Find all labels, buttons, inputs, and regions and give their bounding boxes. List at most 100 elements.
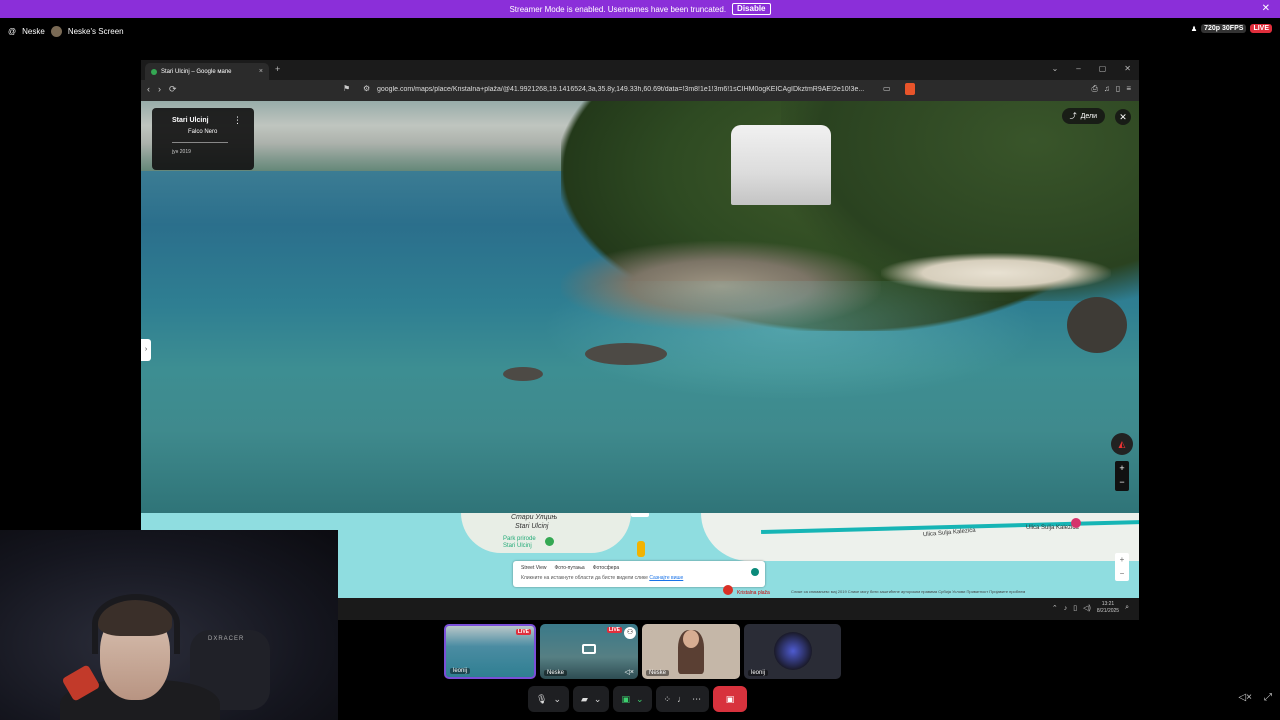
layer-toggle[interactable]	[751, 568, 759, 576]
minimap-zoom-in-button[interactable]: +	[1115, 553, 1129, 567]
rock	[1067, 297, 1127, 353]
disable-streamer-mode-button[interactable]: Disable	[732, 3, 771, 15]
sidebar-icon[interactable]: ▯	[1116, 84, 1120, 94]
participant-tile[interactable]: leonij	[744, 624, 841, 679]
tray-chevron-icon[interactable]: ⌃	[1052, 604, 1058, 612]
map-label-cyrillic: Стари Улцињ	[511, 514, 558, 521]
participant-name: leonij	[748, 670, 769, 676]
street-view-canvas[interactable]: Stari Ulcinj ⋮ Falco Nero јун 2019 ⤴ Дел…	[141, 101, 1139, 513]
live-badge: LIVE	[606, 627, 622, 633]
participant-name: Neske	[544, 670, 568, 676]
poi-pin-icon[interactable]	[1071, 518, 1081, 528]
location-pin-label: Kristalna plaža	[737, 590, 770, 596]
close-street-view-button[interactable]: ✕	[1115, 109, 1131, 125]
participant-tile[interactable]: LIVE leonij	[444, 624, 536, 679]
brave-shield-icon[interactable]	[905, 83, 915, 95]
share-button[interactable]: ⤴ Дели	[1061, 108, 1105, 124]
address-bar: ‹ › ⟳ ⚑ ⚙ google.com/maps/place/Kristaln…	[141, 80, 1139, 101]
park-pin-icon[interactable]	[545, 537, 554, 546]
photo-date: јун 2019	[172, 149, 191, 155]
mic-tray-icon[interactable]: ♪	[1064, 605, 1068, 612]
learn-more-link[interactable]: Сазнајте више	[649, 575, 683, 581]
chevron-down-icon[interactable]: ⌄	[553, 694, 561, 705]
quality-badge: 720p 30FPS	[1201, 24, 1247, 33]
legend-photosphere: Фотосфера	[592, 565, 620, 571]
rock	[585, 343, 667, 365]
screen-share-button[interactable]: ▣ ⌄	[613, 686, 652, 712]
minimap-zoom-out-button[interactable]: −	[1115, 567, 1129, 581]
photo-author[interactable]: Falco Nero	[188, 129, 217, 135]
clock-date: 8/21/2025	[1096, 608, 1120, 614]
headset	[92, 594, 180, 654]
bookmark-icon[interactable]: ⚑	[343, 84, 350, 93]
minimap-resize-handle[interactable]	[631, 513, 649, 517]
banner-close-icon[interactable]: ✕	[1262, 3, 1270, 14]
white-villa	[731, 125, 831, 205]
soundboard-icon[interactable]: ♩	[677, 694, 686, 704]
divider	[172, 142, 228, 143]
site-info-icon[interactable]: ⚙	[363, 84, 370, 93]
maximize-icon[interactable]: ▢	[1099, 64, 1107, 73]
streamer-mode-banner: Streamer Mode is enabled. Usernames have…	[0, 0, 1280, 18]
compass-icon[interactable]: ◭	[1111, 433, 1133, 455]
more-icon[interactable]: ⋯	[692, 694, 701, 705]
zoom-in-button[interactable]: +	[1115, 461, 1129, 475]
participant-tile[interactable]: LIVE ⚇ Neske ◁×	[540, 624, 638, 679]
street-label: Ulica Sulja Kalezića	[1026, 525, 1079, 531]
reload-icon[interactable]: ⟳	[169, 84, 177, 95]
camera-off-icon: ▰	[580, 693, 588, 704]
expand-panel-handle[interactable]: ›	[141, 339, 151, 361]
clock[interactable]: 13:21 8/21/2025	[1097, 601, 1119, 615]
network-icon[interactable]: ▯	[1073, 604, 1077, 612]
pegman-icon[interactable]	[637, 541, 645, 557]
window-close-icon[interactable]: ✕	[1124, 64, 1131, 73]
stream-user[interactable]: Neske	[22, 27, 45, 36]
search-icon[interactable]: ⌕	[1125, 604, 1129, 612]
volume-icon[interactable]: ◁)	[1083, 604, 1091, 612]
place-name[interactable]: Stari Ulcinj	[172, 117, 209, 124]
activities-button[interactable]: ⁘ ♩ ⋯	[655, 686, 710, 712]
user-icon[interactable]: ⚇	[624, 627, 636, 639]
system-tray: ⌃ ♪ ▯ ◁) 13:21 8/21/2025 ⌕	[1052, 601, 1129, 615]
camera-button[interactable]: ▰ ⌄	[572, 686, 610, 712]
legend: Street View Фото-путања Фотосфера	[521, 565, 619, 571]
forward-icon[interactable]: ›	[158, 84, 161, 95]
cast-icon[interactable]: ▭	[883, 84, 891, 93]
at-icon: @	[8, 26, 17, 36]
tab-close-icon[interactable]: ×	[259, 68, 263, 75]
microphone-icon: 🎙︎	[536, 693, 548, 704]
share-icon: ⤴	[1069, 113, 1077, 120]
map-label-latin: Stari Ulcinj	[515, 523, 549, 530]
tab-search-icon[interactable]: ⌄	[1052, 64, 1059, 73]
avatar	[774, 632, 812, 670]
minimize-icon[interactable]: –	[1076, 64, 1080, 73]
stream-status: ♟ 720p 30FPS LIVE	[1191, 24, 1272, 33]
corner-controls: ◁× ⤢	[1238, 692, 1272, 703]
shallow-water	[541, 281, 1041, 401]
participant-tile[interactable]: Neske	[642, 624, 740, 679]
microphone-button[interactable]: 🎙︎ ⌄	[528, 686, 569, 712]
window-controls: ⌄ – ▢ ✕	[1052, 64, 1131, 73]
media-icon[interactable]: ♫	[1104, 84, 1110, 94]
menu-icon[interactable]: ≡	[1126, 84, 1131, 94]
end-call-button[interactable]: ▣	[713, 686, 748, 712]
screen-share-icon	[582, 644, 596, 654]
legend-hint: Кликните на истакнуте области да бисте в…	[521, 575, 683, 581]
chevron-down-icon[interactable]: ⌄	[594, 694, 602, 705]
url-field[interactable]: google.com/maps/place/Kristalna+plaža/@4…	[377, 86, 867, 93]
call-controls: 🎙︎ ⌄ ▰ ⌄ ▣ ⌄ ⁘ ♩ ⋯ ▣	[528, 686, 748, 712]
location-pin-icon[interactable]	[723, 585, 733, 595]
zoom-control: + −	[1115, 461, 1129, 491]
volume-mute-icon[interactable]: ◁×	[1238, 692, 1252, 703]
more-options-icon[interactable]: ⋮	[233, 115, 242, 126]
webcam-feed: DXRACER	[0, 530, 338, 720]
legend-photo-path: Фото-путања	[554, 565, 585, 571]
fullscreen-icon[interactable]: ⤢	[1264, 692, 1272, 703]
zoom-out-button[interactable]: −	[1115, 475, 1129, 489]
back-icon[interactable]: ‹	[147, 84, 150, 95]
extensions-icon[interactable]: ⎙	[1092, 84, 1098, 94]
chevron-down-icon[interactable]: ⌄	[636, 694, 644, 705]
new-tab-icon[interactable]: +	[275, 64, 280, 74]
live-badge: LIVE	[1250, 24, 1272, 33]
tab-google-maps[interactable]: Stari Ulcinj – Google мапе ×	[145, 63, 269, 80]
